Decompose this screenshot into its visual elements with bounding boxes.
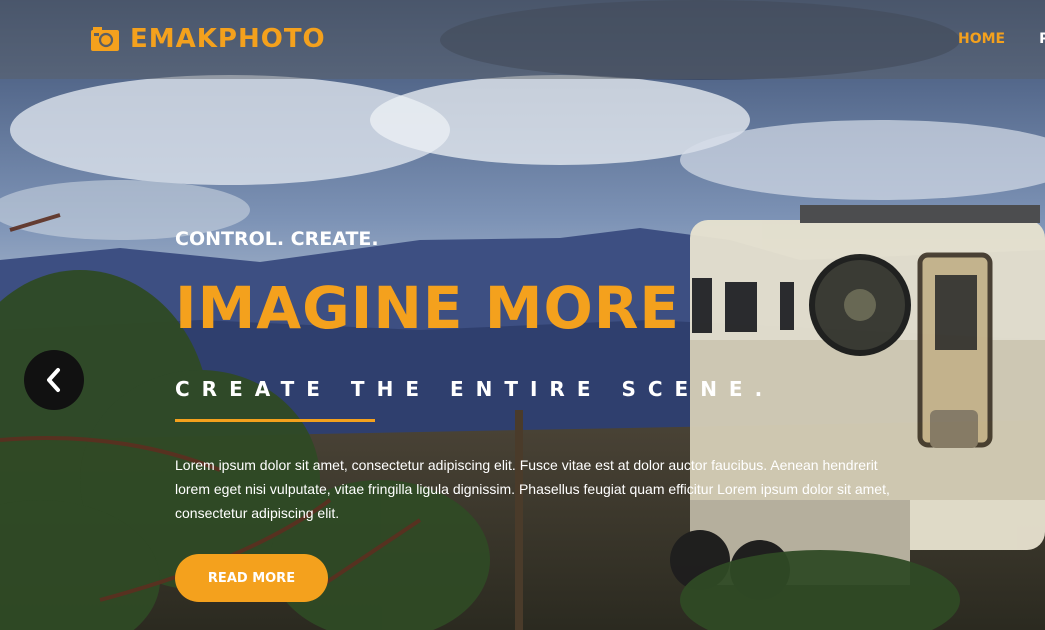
hero-body-text: Lorem ipsum dolor sit amet, consectetur … [175,457,890,521]
hero-slider: EMAKPHOTO HOME P CONTROL. CREATE. IMAGIN… [0,0,1045,630]
hero-kicker: CONTROL. CREATE. [175,228,379,250]
slider-prev-button[interactable] [24,350,84,410]
nav-item-home[interactable]: HOME [958,31,1005,47]
brand-logo[interactable]: EMAKPHOTO [90,24,326,54]
hero-subheadline: CREATE THE ENTIRE SCENE. [175,377,775,401]
brand-name: EMAKPHOTO [130,24,326,54]
nav-item-truncated[interactable]: P [1039,31,1045,47]
top-navigation-bar: EMAKPHOTO HOME P [0,0,1045,79]
hero-divider [175,419,375,422]
chevron-left-icon [47,368,60,392]
main-nav: HOME P [958,31,1045,47]
read-more-button[interactable]: READ MORE [175,554,328,602]
hero-headline: IMAGINE MORE [175,274,681,342]
camera-icon [91,27,119,51]
